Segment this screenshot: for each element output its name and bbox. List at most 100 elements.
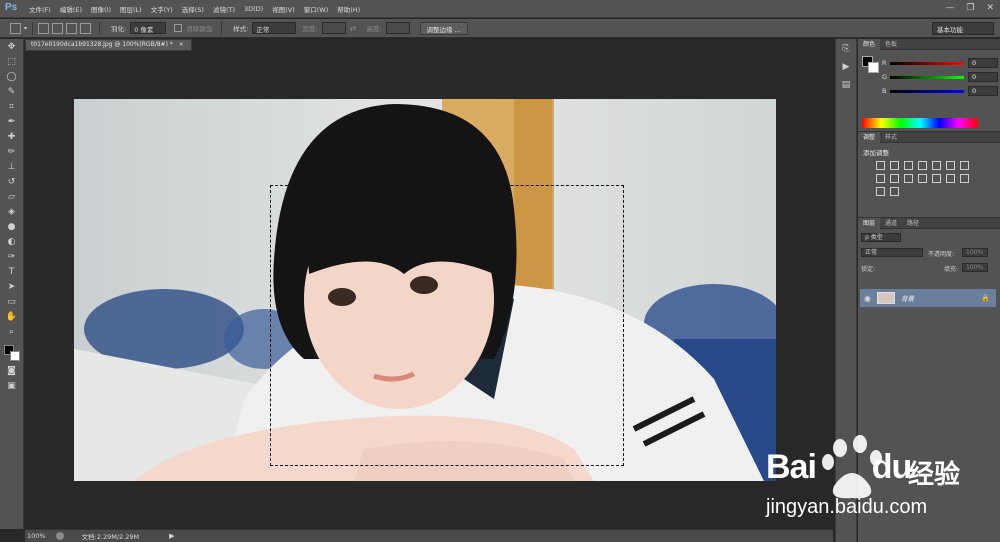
pen-tool-icon[interactable]: ✑ bbox=[4, 250, 20, 264]
menu-3d[interactable]: 3D(D) bbox=[244, 5, 263, 13]
hand-tool-icon[interactable]: ✋ bbox=[4, 310, 20, 324]
add-selection-icon[interactable] bbox=[52, 22, 64, 34]
menu-layer[interactable]: 图层(L) bbox=[120, 4, 142, 14]
photo-canvas[interactable] bbox=[74, 99, 776, 481]
background-color-swatch[interactable] bbox=[868, 62, 879, 73]
swap-icon[interactable]: ⇄ bbox=[350, 24, 357, 33]
curves-icon[interactable] bbox=[904, 161, 913, 170]
style-select[interactable]: 正常 bbox=[252, 22, 297, 34]
tab-swatches[interactable]: 色板 bbox=[880, 39, 902, 50]
close-icon[interactable]: ✕ bbox=[986, 3, 994, 13]
gradient-map-icon[interactable] bbox=[876, 187, 885, 196]
invert-icon[interactable] bbox=[932, 174, 941, 183]
green-slider[interactable] bbox=[890, 75, 964, 79]
tab-adjustments[interactable]: 调整 bbox=[858, 131, 881, 143]
layer-filter-select[interactable]: ρ 类型 bbox=[861, 233, 901, 242]
color-balance-icon[interactable] bbox=[960, 161, 969, 170]
levels-icon[interactable] bbox=[890, 161, 899, 170]
black-white-icon[interactable] bbox=[876, 174, 885, 183]
type-tool-icon[interactable]: T bbox=[4, 265, 20, 279]
refine-edge-button[interactable]: 调整边缘 ... bbox=[419, 21, 468, 35]
menu-view[interactable]: 视图(V) bbox=[272, 4, 295, 14]
lasso-tool-icon[interactable]: ◯ bbox=[4, 70, 20, 84]
tab-paths[interactable]: 路径 bbox=[902, 218, 924, 229]
tab-layers[interactable]: 图层 bbox=[858, 217, 881, 229]
eraser-tool-icon[interactable]: ▱ bbox=[4, 190, 20, 204]
visibility-eye-icon[interactable]: ◉ bbox=[864, 294, 871, 303]
dodge-tool-icon[interactable]: ◐ bbox=[4, 235, 20, 249]
history-brush-tool-icon[interactable]: ↺ bbox=[4, 175, 20, 189]
layer-row[interactable]: ◉ 背景 🔒 bbox=[860, 289, 996, 307]
subtract-selection-icon[interactable] bbox=[66, 22, 78, 34]
channel-mixer-icon[interactable] bbox=[904, 174, 913, 183]
tab-styles[interactable]: 样式 bbox=[880, 132, 902, 143]
status-menu-arrow-icon[interactable]: ▶ bbox=[169, 532, 174, 540]
selection-marquee[interactable] bbox=[270, 185, 624, 466]
exposure-icon[interactable] bbox=[918, 161, 927, 170]
color-spectrum-bar[interactable] bbox=[862, 118, 978, 128]
chevron-down-icon[interactable]: ▾ bbox=[24, 25, 27, 32]
photo-filter-icon[interactable] bbox=[890, 174, 899, 183]
blue-value-input[interactable]: 0 bbox=[968, 86, 998, 96]
color-swatches[interactable] bbox=[2, 343, 22, 363]
new-selection-icon[interactable] bbox=[38, 22, 50, 34]
background-color-swatch[interactable] bbox=[9, 351, 20, 361]
fill-input[interactable]: 100% bbox=[962, 263, 988, 272]
quick-select-tool-icon[interactable]: ✎ bbox=[4, 85, 20, 99]
minimize-icon[interactable]: — bbox=[945, 3, 954, 13]
red-value-input[interactable]: 0 bbox=[968, 58, 998, 68]
path-select-tool-icon[interactable]: ➤ bbox=[4, 280, 20, 294]
brush-tool-icon[interactable]: ✏ bbox=[4, 145, 20, 159]
workspace-select[interactable]: 基本功能 bbox=[932, 22, 994, 35]
color-lookup-icon[interactable] bbox=[918, 174, 927, 183]
posterize-icon[interactable] bbox=[946, 174, 955, 183]
green-value-input[interactable]: 0 bbox=[968, 72, 998, 82]
menu-image[interactable]: 图像(I) bbox=[91, 4, 111, 14]
vibrance-icon[interactable] bbox=[932, 161, 941, 170]
quick-mask-icon[interactable]: ◙ bbox=[4, 364, 20, 378]
healing-brush-tool-icon[interactable]: ✚ bbox=[4, 130, 20, 144]
feather-input[interactable]: 0 像素 bbox=[130, 22, 167, 34]
opacity-input[interactable]: 100% bbox=[962, 248, 988, 257]
menu-select[interactable]: 选择(S) bbox=[182, 4, 204, 14]
properties-panel-icon[interactable]: ▤ bbox=[839, 80, 853, 93]
menu-window[interactable]: 窗口(W) bbox=[304, 4, 329, 14]
document-tab[interactable]: t017e0190dca1b91328.jpg @ 100%(RGB/8#) *… bbox=[25, 39, 192, 51]
selective-color-icon[interactable] bbox=[890, 187, 899, 196]
actions-panel-icon[interactable]: ▶ bbox=[839, 62, 853, 75]
zoom-tool-icon[interactable]: ⌕ bbox=[4, 325, 20, 339]
menu-edit[interactable]: 编辑(E) bbox=[60, 4, 82, 14]
eyedropper-tool-icon[interactable]: ✒ bbox=[4, 115, 20, 129]
menu-type[interactable]: 文字(Y) bbox=[151, 4, 173, 14]
red-slider[interactable] bbox=[890, 61, 964, 65]
move-tool-icon[interactable]: ✥ bbox=[4, 40, 20, 54]
close-tab-icon[interactable]: × bbox=[179, 41, 184, 48]
brightness-icon[interactable] bbox=[876, 161, 885, 170]
blend-mode-select[interactable]: 正常 bbox=[861, 248, 923, 257]
hue-saturation-icon[interactable] bbox=[946, 161, 955, 170]
tab-channels[interactable]: 通道 bbox=[880, 218, 902, 229]
threshold-icon[interactable] bbox=[960, 174, 969, 183]
crop-tool-icon[interactable]: ⌗ bbox=[4, 100, 20, 114]
menu-filter[interactable]: 滤镜(T) bbox=[213, 4, 235, 14]
shape-tool-icon[interactable]: ▭ bbox=[4, 295, 20, 309]
paint-bucket-tool-icon[interactable]: ◈ bbox=[4, 205, 20, 219]
height-input[interactable] bbox=[385, 22, 410, 34]
marquee-tool-preset-icon[interactable] bbox=[10, 22, 21, 34]
tab-color[interactable]: 颜色 bbox=[858, 38, 881, 50]
width-input[interactable] bbox=[321, 22, 346, 34]
zoom-level[interactable]: 100% bbox=[27, 532, 46, 540]
antialias-checkbox[interactable] bbox=[174, 24, 183, 32]
menu-file[interactable]: 文件(F) bbox=[29, 4, 51, 14]
intersect-selection-icon[interactable] bbox=[80, 22, 92, 34]
screen-mode-icon[interactable]: ▣ bbox=[4, 379, 20, 393]
blue-slider[interactable] bbox=[890, 89, 964, 93]
clone-stamp-tool-icon[interactable]: ⊥ bbox=[4, 160, 20, 174]
marquee-tool-icon[interactable]: ⬚ bbox=[4, 55, 20, 69]
blur-tool-icon[interactable]: ● bbox=[4, 220, 20, 234]
canvas-area[interactable] bbox=[25, 52, 833, 528]
menu-help[interactable]: 帮助(H) bbox=[337, 4, 360, 14]
restore-icon[interactable]: ❐ bbox=[966, 3, 974, 13]
history-panel-icon[interactable]: ⎘ bbox=[839, 44, 853, 57]
status-info-icon[interactable] bbox=[55, 532, 64, 540]
